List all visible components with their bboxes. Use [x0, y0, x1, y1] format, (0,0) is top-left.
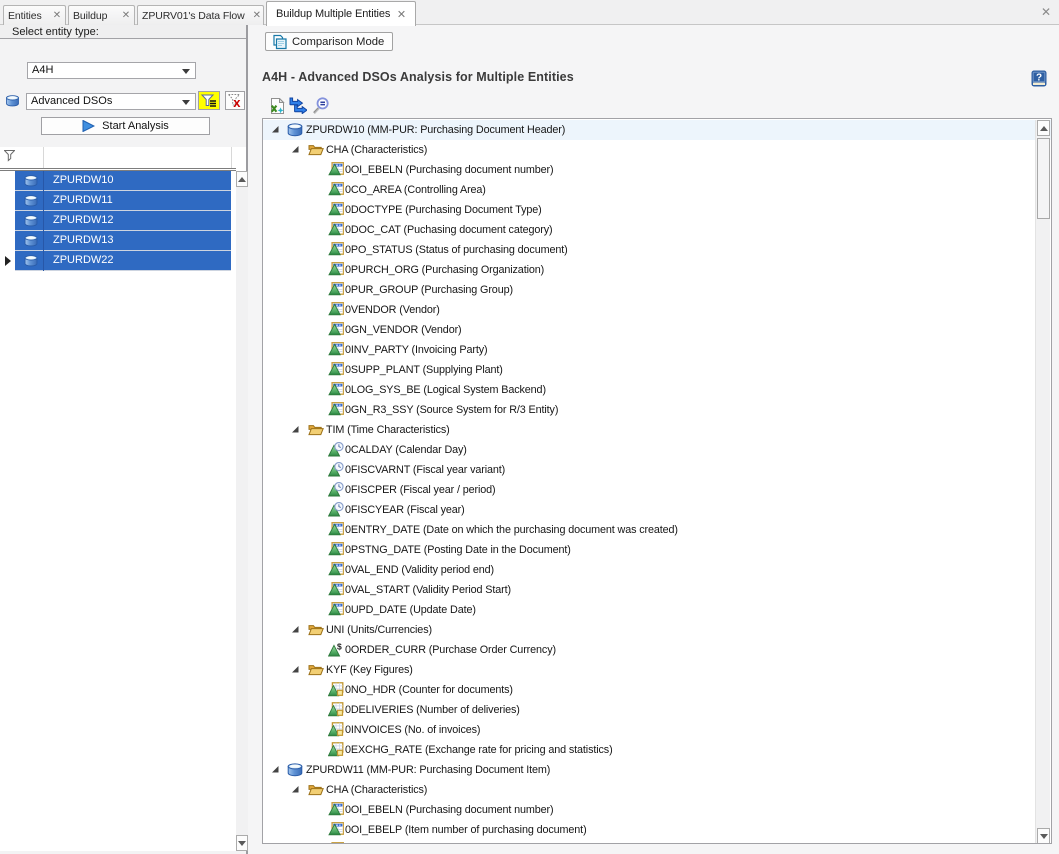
svg-text:?: ? [1036, 73, 1042, 84]
svg-text:x: x [233, 95, 241, 109]
